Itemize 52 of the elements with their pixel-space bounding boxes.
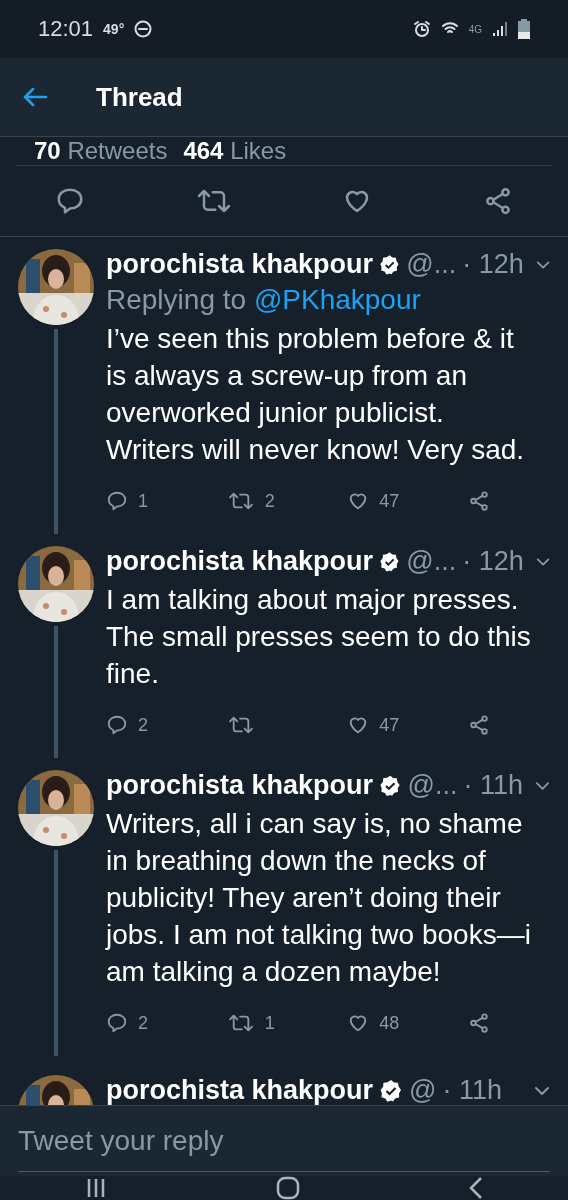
engagement-stat[interactable]: 464 Likes [183,137,287,165]
reply-icon[interactable] [106,714,128,736]
author-handle: @... [406,249,457,280]
like-count: 47 [379,714,400,736]
alarm-icon [412,20,431,38]
like-count: 48 [379,1012,400,1034]
reply-icon[interactable] [106,490,128,512]
reply-icon[interactable] [106,1012,128,1034]
temperature: 49° [103,21,125,37]
home-icon[interactable] [276,1176,300,1200]
back-icon[interactable] [468,1176,484,1200]
like-count: 47 [379,490,400,512]
author-name[interactable]: porochista khakpour [106,770,374,801]
engagement-stat[interactable]: 70 Retweets [34,137,168,165]
share-icon[interactable] [468,490,490,512]
tweet-time: · 12h [462,546,524,577]
replying-label: Replying to [106,284,247,315]
reply-count: 2 [138,1012,148,1034]
mention-link[interactable]: @PKhakpour [253,284,421,315]
reply-input-field[interactable]: Tweet your reply [0,1105,568,1176]
battery-icon [518,19,530,39]
tweet-text: I am talking about major presses. The small presses seem to do this fine. [106,583,532,691]
reply-count: 1 [138,490,148,512]
chevron-down-icon[interactable] [535,259,550,270]
chevron-down-icon[interactable] [534,1085,550,1096]
retweet-icon[interactable] [226,1012,255,1034]
tweet-time: · 11h [463,770,523,801]
chevron-down-icon[interactable] [535,556,550,567]
author-handle: @ [409,1075,437,1105]
back-arrow-icon[interactable] [22,86,48,108]
tweet-text: Writers, all i can say is, no shame in breathing down the necks of publicity! They aren’t doing their jobs. I am not talking two books—i am talking a dozen maybe! [106,807,532,989]
tweet-time: · 12h [462,249,524,280]
retweet-count: 1 [264,1012,275,1034]
author-name[interactable]: porochista khakpour [106,546,374,577]
author-handle: @... [407,770,458,801]
retweet-count: 2 [264,490,275,512]
retweet-icon[interactable] [226,490,255,512]
network-type: 4G [468,23,482,35]
signal-icon [492,21,508,37]
chevron-down-icon[interactable] [535,780,550,791]
tweet-time: · 11h [442,1075,502,1105]
do-not-disturb-icon [134,20,153,38]
author-name[interactable]: porochista khakpour [106,1075,374,1105]
page-title: Thread [96,81,183,113]
author-handle: @... [406,546,457,577]
tweet-text: I’ve seen this problem before & it is always a screw-up from an overworked junior publicist. Writers will never know! Very sad. [106,322,526,467]
share-icon[interactable] [468,714,490,736]
share-icon[interactable] [468,1012,490,1034]
retweet-icon[interactable] [226,714,255,736]
reply-count: 2 [138,714,148,736]
author-name[interactable]: porochista khakpour [106,249,374,280]
clock-time: 12:01 [38,16,94,42]
